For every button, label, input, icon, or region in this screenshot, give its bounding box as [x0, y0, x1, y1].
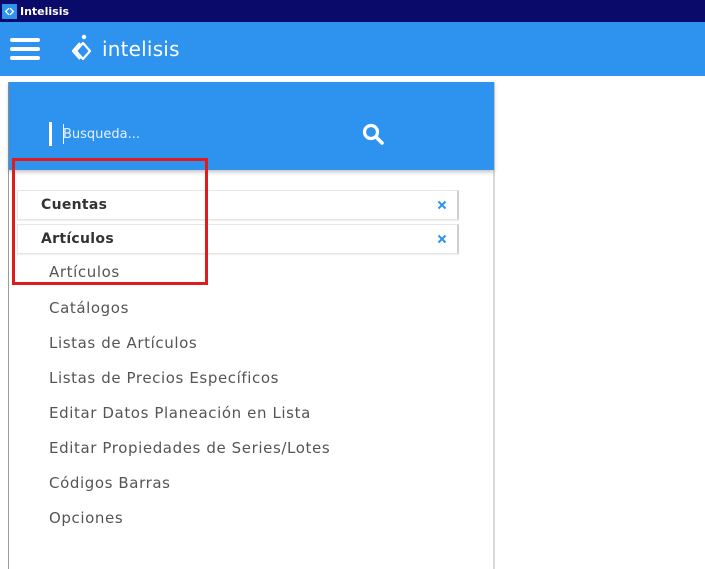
- window-titlebar: Intelisis: [0, 0, 705, 22]
- menu-item-listas-articulos[interactable]: Listas de Artículos: [49, 334, 197, 352]
- search-icon[interactable]: [361, 122, 385, 146]
- hamburger-line: [10, 38, 40, 42]
- app-header: intelisis: [0, 22, 705, 76]
- menu-item-listas-precios[interactable]: Listas de Precios Específicos: [49, 369, 279, 387]
- menu-item-articulos[interactable]: Artículos: [49, 263, 120, 281]
- app-logo-icon: [2, 3, 17, 19]
- menu-item-editar-datos-planeacion[interactable]: Editar Datos Planeación en Lista: [49, 404, 311, 422]
- search-input[interactable]: [63, 120, 333, 148]
- menu-item-catalogos[interactable]: Catálogos: [49, 299, 129, 317]
- window-title: Intelisis: [20, 4, 70, 18]
- close-icon[interactable]: [435, 232, 449, 246]
- group-header-articulos[interactable]: Artículos: [17, 224, 459, 254]
- group-label: Artículos: [41, 231, 114, 247]
- brand-name: intelisis: [102, 37, 180, 61]
- group-label: Cuentas: [41, 197, 108, 213]
- group-header-cuentas[interactable]: Cuentas: [17, 190, 459, 220]
- hamburger-line: [10, 47, 40, 51]
- menu-item-codigos-barras[interactable]: Códigos Barras: [49, 474, 171, 492]
- brand-mark-icon: [71, 34, 92, 61]
- navigation-sidebar: Cuentas Artículos Artículos Catálogos Li…: [8, 82, 495, 569]
- brand-logo[interactable]: intelisis: [68, 34, 180, 64]
- hamburger-line: [10, 56, 40, 60]
- search-accent-bar: [49, 122, 52, 146]
- search-panel: [9, 82, 494, 170]
- menu-toggle-button[interactable]: [10, 38, 40, 60]
- close-icon[interactable]: [435, 198, 449, 212]
- menu-item-opciones[interactable]: Opciones: [49, 509, 123, 527]
- menu-item-editar-propiedades-series[interactable]: Editar Propiedades de Series/Lotes: [49, 439, 330, 457]
